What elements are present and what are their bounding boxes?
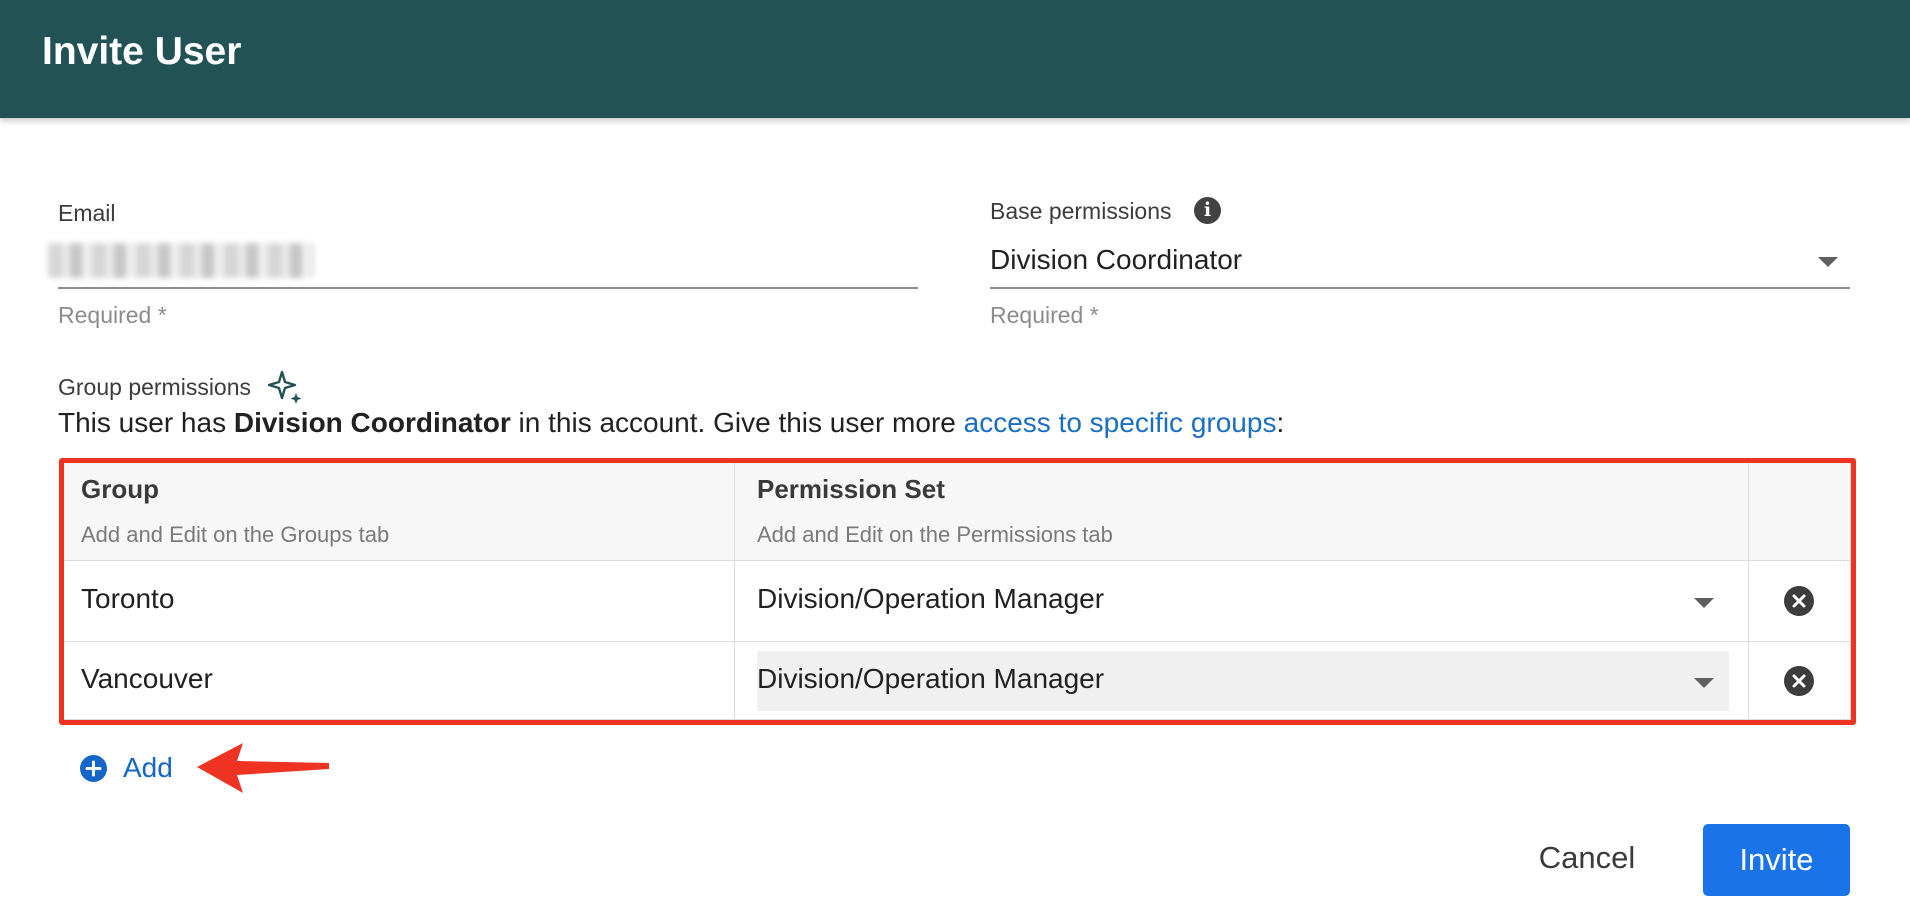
group-permissions-label: Group permissions (58, 374, 252, 400)
base-permissions-helper: Required * (990, 302, 1099, 328)
group-permissions-description: This user has Division Coordinator in th… (58, 407, 1284, 439)
email-label: Email (58, 200, 116, 226)
info-icon[interactable]: i (1194, 197, 1221, 224)
dialog-title: Invite User (42, 30, 242, 73)
description-text: This user has (58, 407, 234, 438)
email-helper: Required * (58, 302, 167, 328)
access-groups-link[interactable]: access to specific groups (964, 407, 1277, 438)
base-permissions-underline (990, 287, 1850, 289)
description-role: Division Coordinator (233, 407, 511, 438)
add-group-button[interactable]: Add (80, 750, 173, 786)
description-text: in this account. Give this user more (510, 407, 964, 438)
add-circle-icon (80, 754, 107, 782)
email-field[interactable] (48, 243, 314, 278)
base-permissions-value: Division Coordinator (990, 244, 1243, 275)
invite-button[interactable]: Invite (1703, 824, 1850, 896)
base-permissions-select[interactable]: Division Coordinator (990, 240, 1850, 288)
add-label: Add (123, 752, 173, 783)
highlight-box (59, 458, 1856, 725)
description-text: : (1276, 407, 1285, 438)
chevron-down-icon (1818, 257, 1838, 267)
dialog-header: Invite User (0, 0, 1910, 118)
cancel-button[interactable]: Cancel (1522, 822, 1652, 894)
sparkle-icon (268, 370, 302, 404)
base-permissions-label: Base permissions (990, 198, 1172, 224)
arrow-annotation (197, 743, 329, 793)
email-underline (58, 287, 918, 289)
